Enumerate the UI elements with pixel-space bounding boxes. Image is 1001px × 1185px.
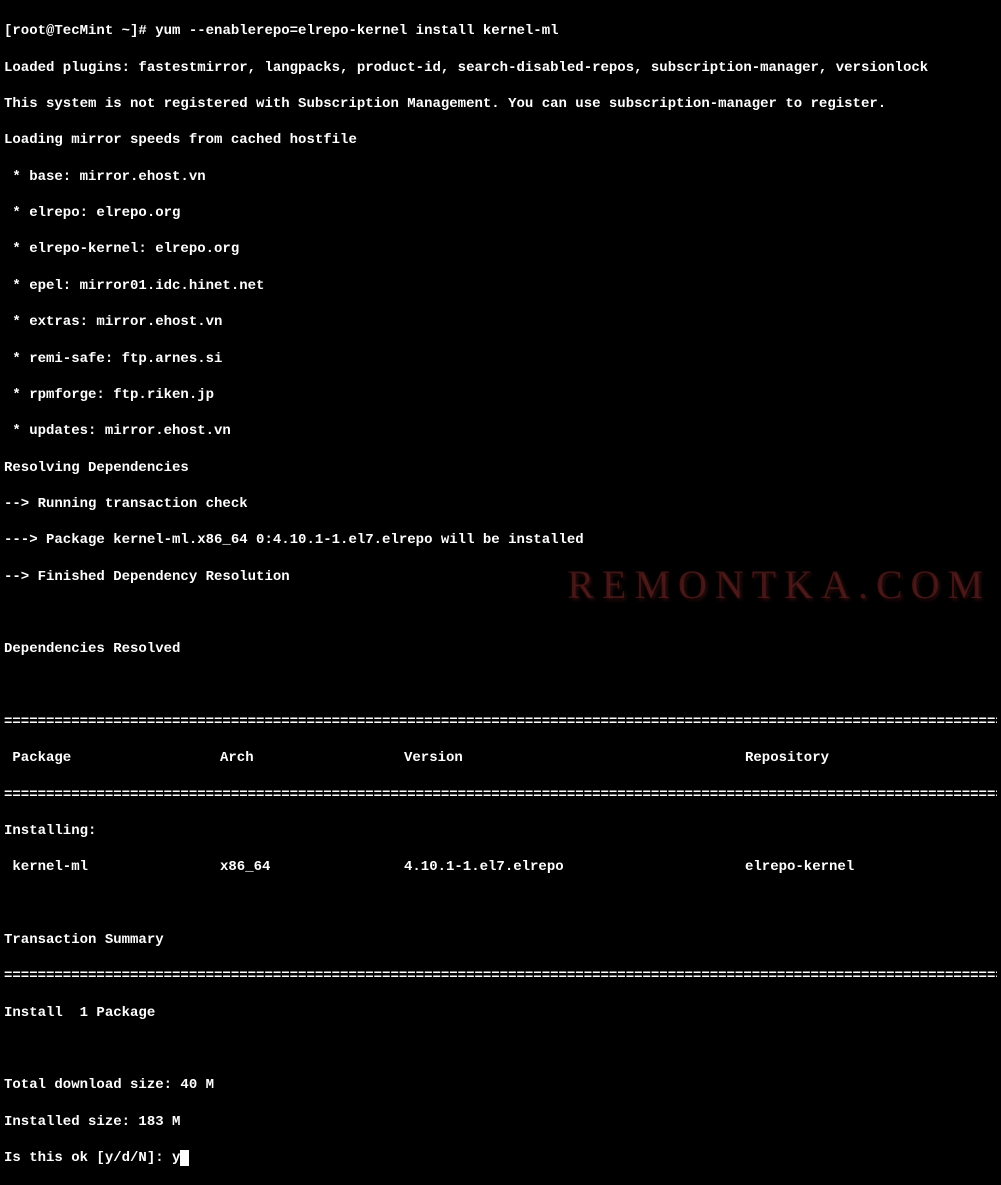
- header-package: Package: [4, 749, 220, 767]
- output-line: Loading mirror speeds from cached hostfi…: [4, 131, 997, 149]
- output-line: * extras: mirror.ehost.vn: [4, 313, 997, 331]
- separator-line: ========================================…: [4, 713, 997, 731]
- prompt-line: [root@TecMint ~]# yum --enablerepo=elrep…: [4, 22, 997, 40]
- output-line: [4, 677, 997, 695]
- confirm-answer: y: [172, 1150, 180, 1166]
- output-line: This system is not registered with Subsc…: [4, 95, 997, 113]
- header-arch: Arch: [220, 749, 404, 767]
- output-line: ---> Package kernel-ml.x86_64 0:4.10.1-1…: [4, 531, 997, 549]
- header-version: Version: [404, 749, 745, 767]
- blank-line: [4, 895, 997, 913]
- output-line: [4, 604, 997, 622]
- output-line: * base: mirror.ehost.vn: [4, 168, 997, 186]
- cell-arch: x86_64: [220, 858, 404, 876]
- output-line: --> Running transaction check: [4, 495, 997, 513]
- separator-line: ========================================…: [4, 967, 997, 985]
- install-summary: Install 1 Package: [4, 1004, 997, 1022]
- output-line: Resolving Dependencies: [4, 459, 997, 477]
- output-line: * epel: mirror01.idc.hinet.net: [4, 277, 997, 295]
- output-line: * remi-safe: ftp.arnes.si: [4, 350, 997, 368]
- cell-version: 4.10.1-1.el7.elrepo: [404, 858, 745, 876]
- output-line: * elrepo-kernel: elrepo.org: [4, 240, 997, 258]
- output-line: --> Finished Dependency Resolution: [4, 568, 997, 586]
- cursor: [180, 1150, 189, 1166]
- blank-line: [4, 1040, 997, 1058]
- table-header-row: PackageArchVersionRepository: [4, 749, 997, 767]
- download-size: Total download size: 40 M: [4, 1076, 997, 1094]
- cell-package: kernel-ml: [4, 858, 220, 876]
- shell-prompt: [root@TecMint ~]#: [4, 23, 155, 39]
- header-repository: Repository: [745, 749, 997, 767]
- confirm-line[interactable]: Is this ok [y/d/N]: y: [4, 1149, 997, 1167]
- installed-size: Installed size: 183 M: [4, 1113, 997, 1131]
- separator-line: ========================================…: [4, 786, 997, 804]
- package-row: kernel-mlx86_644.10.1-1.el7.elrepoelrepo…: [4, 858, 997, 876]
- cell-repository: elrepo-kernel: [745, 858, 997, 876]
- output-line: * updates: mirror.ehost.vn: [4, 422, 997, 440]
- transaction-summary: Transaction Summary: [4, 931, 997, 949]
- output-line: * elrepo: elrepo.org: [4, 204, 997, 222]
- terminal-output[interactable]: [root@TecMint ~]# yum --enablerepo=elrep…: [4, 4, 997, 1185]
- output-line: Dependencies Resolved: [4, 640, 997, 658]
- confirm-prompt: Is this ok [y/d/N]:: [4, 1150, 172, 1166]
- output-line: * rpmforge: ftp.riken.jp: [4, 386, 997, 404]
- command-text: yum --enablerepo=elrepo-kernel install k…: [155, 23, 558, 39]
- installing-label: Installing:: [4, 822, 997, 840]
- output-line: Loaded plugins: fastestmirror, langpacks…: [4, 59, 997, 77]
